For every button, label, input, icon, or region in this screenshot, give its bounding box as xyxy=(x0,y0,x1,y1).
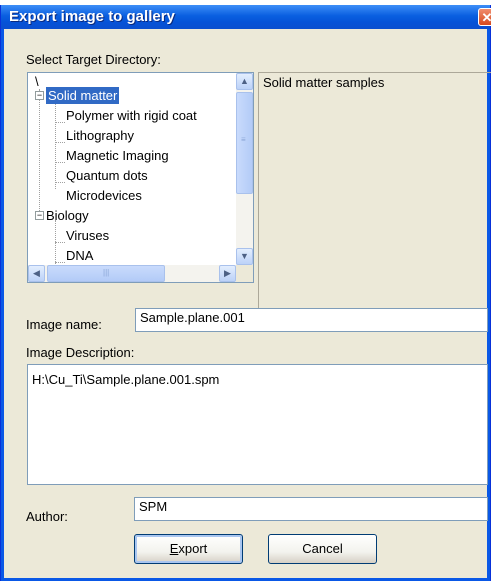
grip-icon: ≡ xyxy=(241,135,246,144)
tree-line xyxy=(55,162,65,163)
tree-node-dna[interactable]: DNA xyxy=(66,247,93,264)
tree-node-microdevices[interactable]: Microdevices xyxy=(66,187,142,204)
tree-node-solid-matter[interactable]: Solid matter xyxy=(46,87,120,104)
tree-line xyxy=(55,122,65,123)
scroll-left-icon: ◀ xyxy=(33,268,40,278)
directory-tree[interactable]: \ − Solid matter Polymer with rigid coat… xyxy=(27,72,254,283)
scroll-up-icon: ▲ xyxy=(240,76,249,86)
export-button[interactable]: Export xyxy=(134,534,243,564)
tree-node-lithography[interactable]: Lithography xyxy=(66,127,134,144)
tree-node-quantum-dots[interactable]: Quantum dots xyxy=(66,167,148,184)
expander-minus-icon[interactable]: − xyxy=(35,211,44,220)
tree-vertical-scrollbar[interactable]: ▲ ≡ ▼ xyxy=(236,73,253,265)
image-name-input[interactable]: Sample.plane.001 xyxy=(135,308,488,332)
tree-root[interactable]: \ xyxy=(35,73,39,90)
tree-content: \ − Solid matter Polymer with rigid coat… xyxy=(28,73,236,265)
tree-line xyxy=(55,142,65,143)
select-target-label: Select Target Directory: xyxy=(26,52,161,67)
tree-horizontal-scrollbar[interactable]: ◀ ||| ▶ xyxy=(28,265,236,282)
grip-icon: ||| xyxy=(103,268,110,277)
horizontal-scroll-thumb[interactable]: ||| xyxy=(47,265,165,282)
dialog-window: Export image to gallery ✕ Select Target … xyxy=(0,5,491,581)
scroll-up-button[interactable]: ▲ xyxy=(236,73,253,90)
export-button-label: xport xyxy=(178,541,208,556)
cancel-button[interactable]: Cancel xyxy=(268,534,377,564)
tree-line xyxy=(55,182,65,183)
scroll-right-button[interactable]: ▶ xyxy=(219,265,236,282)
directory-description-text: Solid matter samples xyxy=(263,75,385,90)
tree-node-biology[interactable]: Biology xyxy=(46,207,89,224)
expander-minus-icon[interactable]: − xyxy=(35,91,44,100)
tree-node-viruses[interactable]: Viruses xyxy=(66,227,109,244)
tree-line xyxy=(39,89,40,219)
image-description-label: Image Description: xyxy=(26,345,135,360)
tree-node-polymer[interactable]: Polymer with rigid coat xyxy=(66,107,197,124)
title-bar[interactable]: Export image to gallery ✕ xyxy=(1,5,491,29)
tree-line xyxy=(55,262,65,263)
tree-node-magnetic-imaging[interactable]: Magnetic Imaging xyxy=(66,147,169,164)
image-name-label: Image name: xyxy=(26,317,102,332)
dialog-body: Select Target Directory: \ − Solid matte… xyxy=(4,29,491,578)
scroll-corner xyxy=(236,265,253,282)
directory-description-panel: Solid matter samples xyxy=(258,72,491,320)
tree-line xyxy=(55,242,65,243)
scroll-down-icon: ▼ xyxy=(240,251,249,261)
window-title: Export image to gallery xyxy=(9,8,175,25)
tree-line xyxy=(55,100,56,189)
scroll-down-button[interactable]: ▼ xyxy=(236,248,253,265)
image-description-textarea[interactable]: H:\Cu_Ti\Sample.plane.001.spm xyxy=(27,364,488,485)
scroll-right-icon: ▶ xyxy=(224,268,231,278)
close-icon: ✕ xyxy=(481,10,491,25)
close-button[interactable]: ✕ xyxy=(478,8,491,26)
scroll-left-button[interactable]: ◀ xyxy=(28,265,45,282)
cancel-button-label: Cancel xyxy=(302,541,343,556)
author-label: Author: xyxy=(26,509,68,524)
author-input[interactable]: SPM xyxy=(134,497,488,521)
vertical-scroll-thumb[interactable]: ≡ xyxy=(236,92,253,194)
